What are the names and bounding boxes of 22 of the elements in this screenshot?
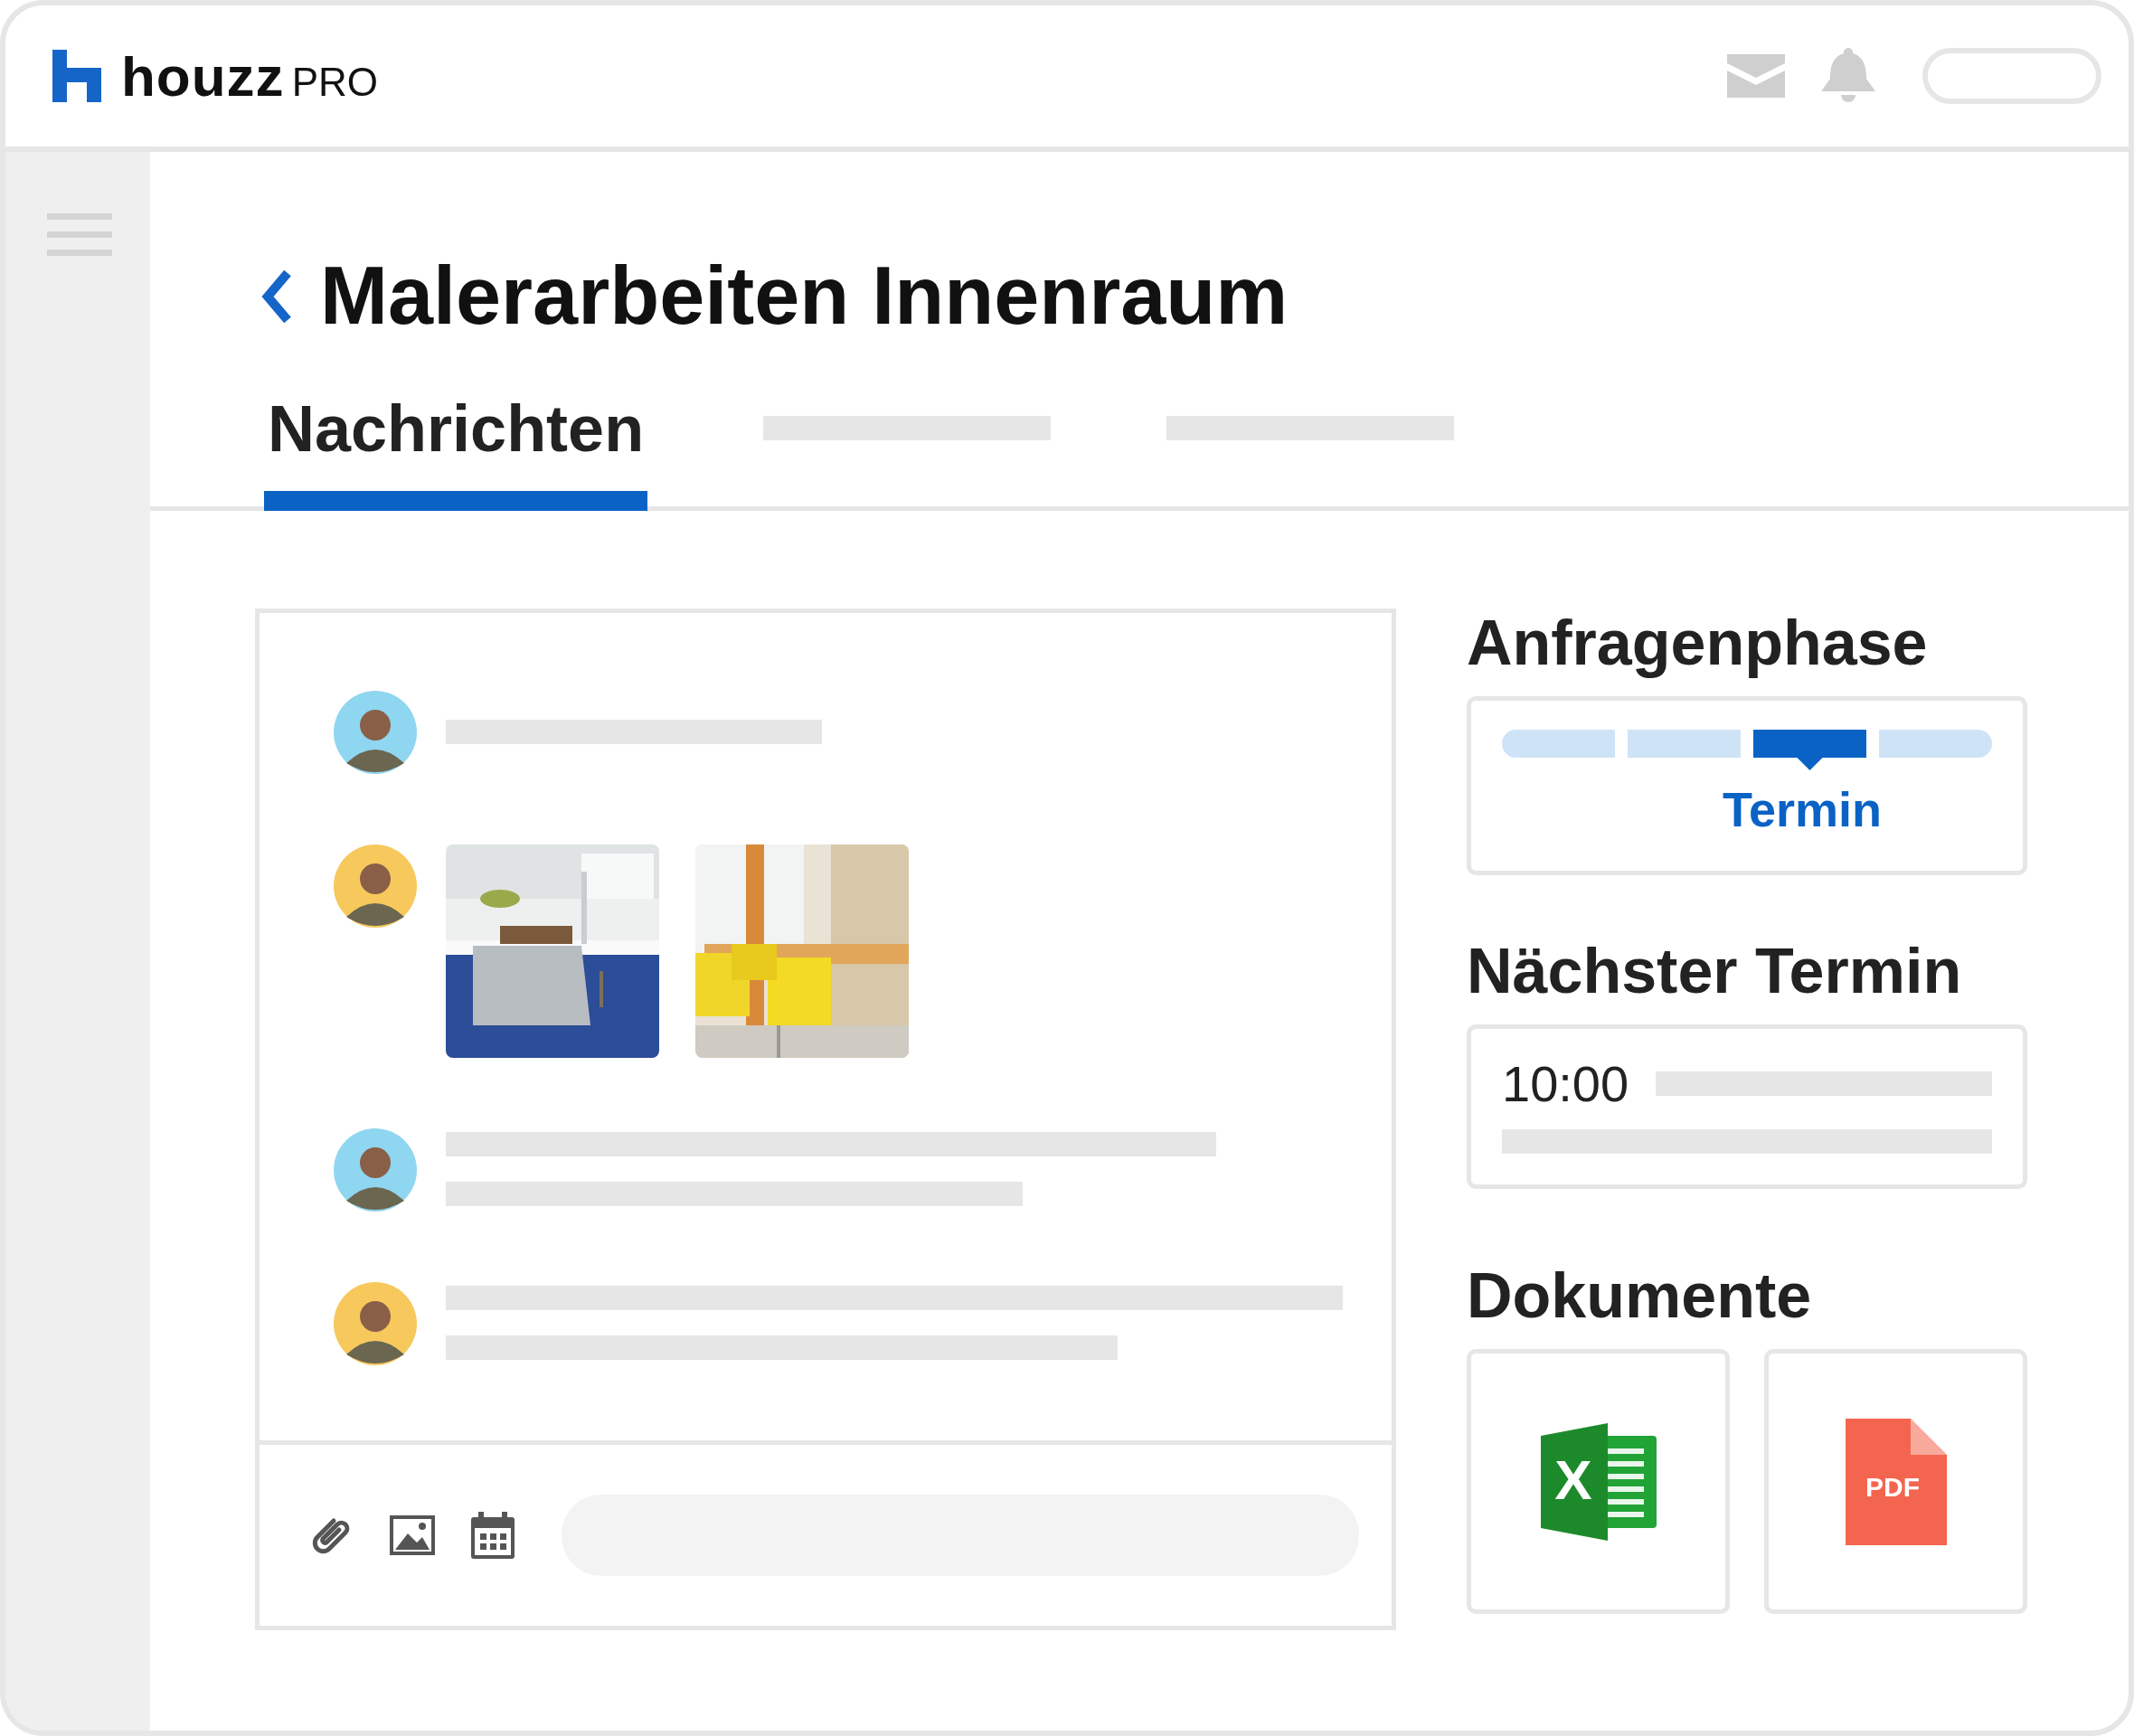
pill-field[interactable] <box>1922 48 2101 104</box>
logo-text: houzz <box>121 43 285 108</box>
image-icon[interactable] <box>390 1515 435 1555</box>
logo-suffix-text: PRO <box>291 59 378 105</box>
section-title: Dokumente <box>1467 1261 1813 1331</box>
page-title: Malerarbeiten Innenraum <box>320 250 1289 343</box>
section-title: Nächster Termin <box>1467 937 1963 1006</box>
calendar-icon[interactable] <box>471 1512 515 1559</box>
phase-label: Termin <box>1722 781 1882 837</box>
document-card[interactable]: PDF <box>1764 1349 2027 1614</box>
tab-placeholder[interactable] <box>763 416 1052 440</box>
section-title: Anfragenphase <box>1467 609 1929 678</box>
back-icon[interactable] <box>260 269 293 324</box>
appointment-time: 10:00 <box>1502 1054 1629 1113</box>
pdf-icon: PDF <box>1845 1418 1947 1545</box>
tab[interactable]: Nachrichten <box>264 382 648 511</box>
tab-placeholder[interactable] <box>1166 416 1455 440</box>
logo-icon <box>52 50 101 102</box>
document-card[interactable]: X <box>1467 1349 1730 1614</box>
menu-icon[interactable] <box>47 213 112 256</box>
bell-icon[interactable] <box>1821 48 1875 104</box>
mail-icon[interactable] <box>1727 54 1785 98</box>
